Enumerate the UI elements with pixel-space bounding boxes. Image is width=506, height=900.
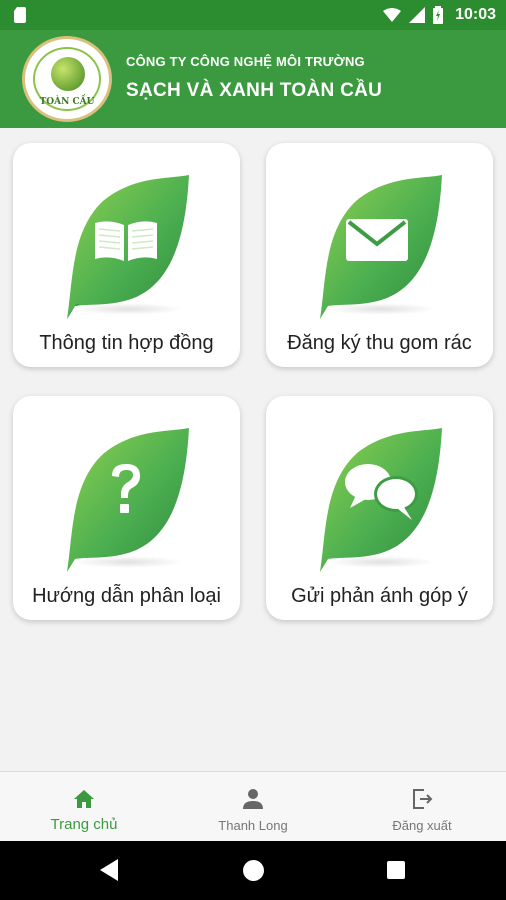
menu-card-contract-info[interactable]: Thông tin hợp đồng (13, 143, 240, 367)
company-name-line2: SẠCH VÀ XANH TOÀN CẦU (126, 80, 383, 101)
menu-label: Thông tin hợp đồng (39, 332, 214, 354)
status-bar: 10:03 (0, 0, 506, 30)
system-navigation-bar (0, 841, 506, 900)
menu-card-waste-collection-signup[interactable]: Đăng ký thu gom rác (266, 143, 493, 367)
clock: 10:03 (455, 6, 496, 23)
nav-label-home: Trang chủ (50, 816, 118, 833)
back-icon[interactable] (100, 859, 118, 881)
sim-card-icon (14, 7, 26, 23)
nav-label-profile: Thanh Long (218, 818, 288, 833)
battery-icon (433, 6, 444, 24)
logout-icon (413, 789, 433, 809)
menu-label: Hướng dẫn phân loại (32, 585, 221, 607)
signal-icon (409, 7, 426, 23)
menu-card-feedback[interactable]: Gửi phản ánh góp ý (266, 396, 493, 620)
menu-label: Gửi phản ánh góp ý (291, 585, 468, 607)
book-icon (95, 221, 157, 261)
recents-icon[interactable] (387, 861, 405, 879)
app-header: TOÀN CẦU CÔNG TY CÔNG NGHỆ MÔI TRƯỜNG SẠ… (0, 30, 506, 128)
menu-card-sorting-guide[interactable]: Hướng dẫn phân loại (13, 396, 240, 620)
home-icon (74, 790, 94, 808)
company-name-line1: CÔNG TY CÔNG NGHỆ MÔI TRƯỜNG (126, 54, 365, 69)
system-home-icon[interactable] (243, 860, 264, 881)
nav-item-logout[interactable]: Đăng xuất (338, 772, 506, 842)
nav-item-home[interactable]: Trang chủ (0, 772, 168, 842)
bottom-navigation: Trang chủ Thanh Long Đăng xuất (0, 771, 506, 841)
nav-item-profile[interactable]: Thanh Long (169, 772, 337, 842)
menu-label: Đăng ký thu gom rác (287, 332, 472, 354)
wifi-icon (383, 8, 402, 22)
user-icon (243, 789, 263, 809)
chat-bubbles-icon (345, 464, 418, 520)
logo-text: TOÀN CẦU (39, 97, 95, 107)
question-icon (112, 464, 140, 513)
mail-icon (346, 219, 408, 261)
nav-label-logout: Đăng xuất (392, 818, 452, 833)
company-logo: TOÀN CẦU (22, 36, 112, 122)
